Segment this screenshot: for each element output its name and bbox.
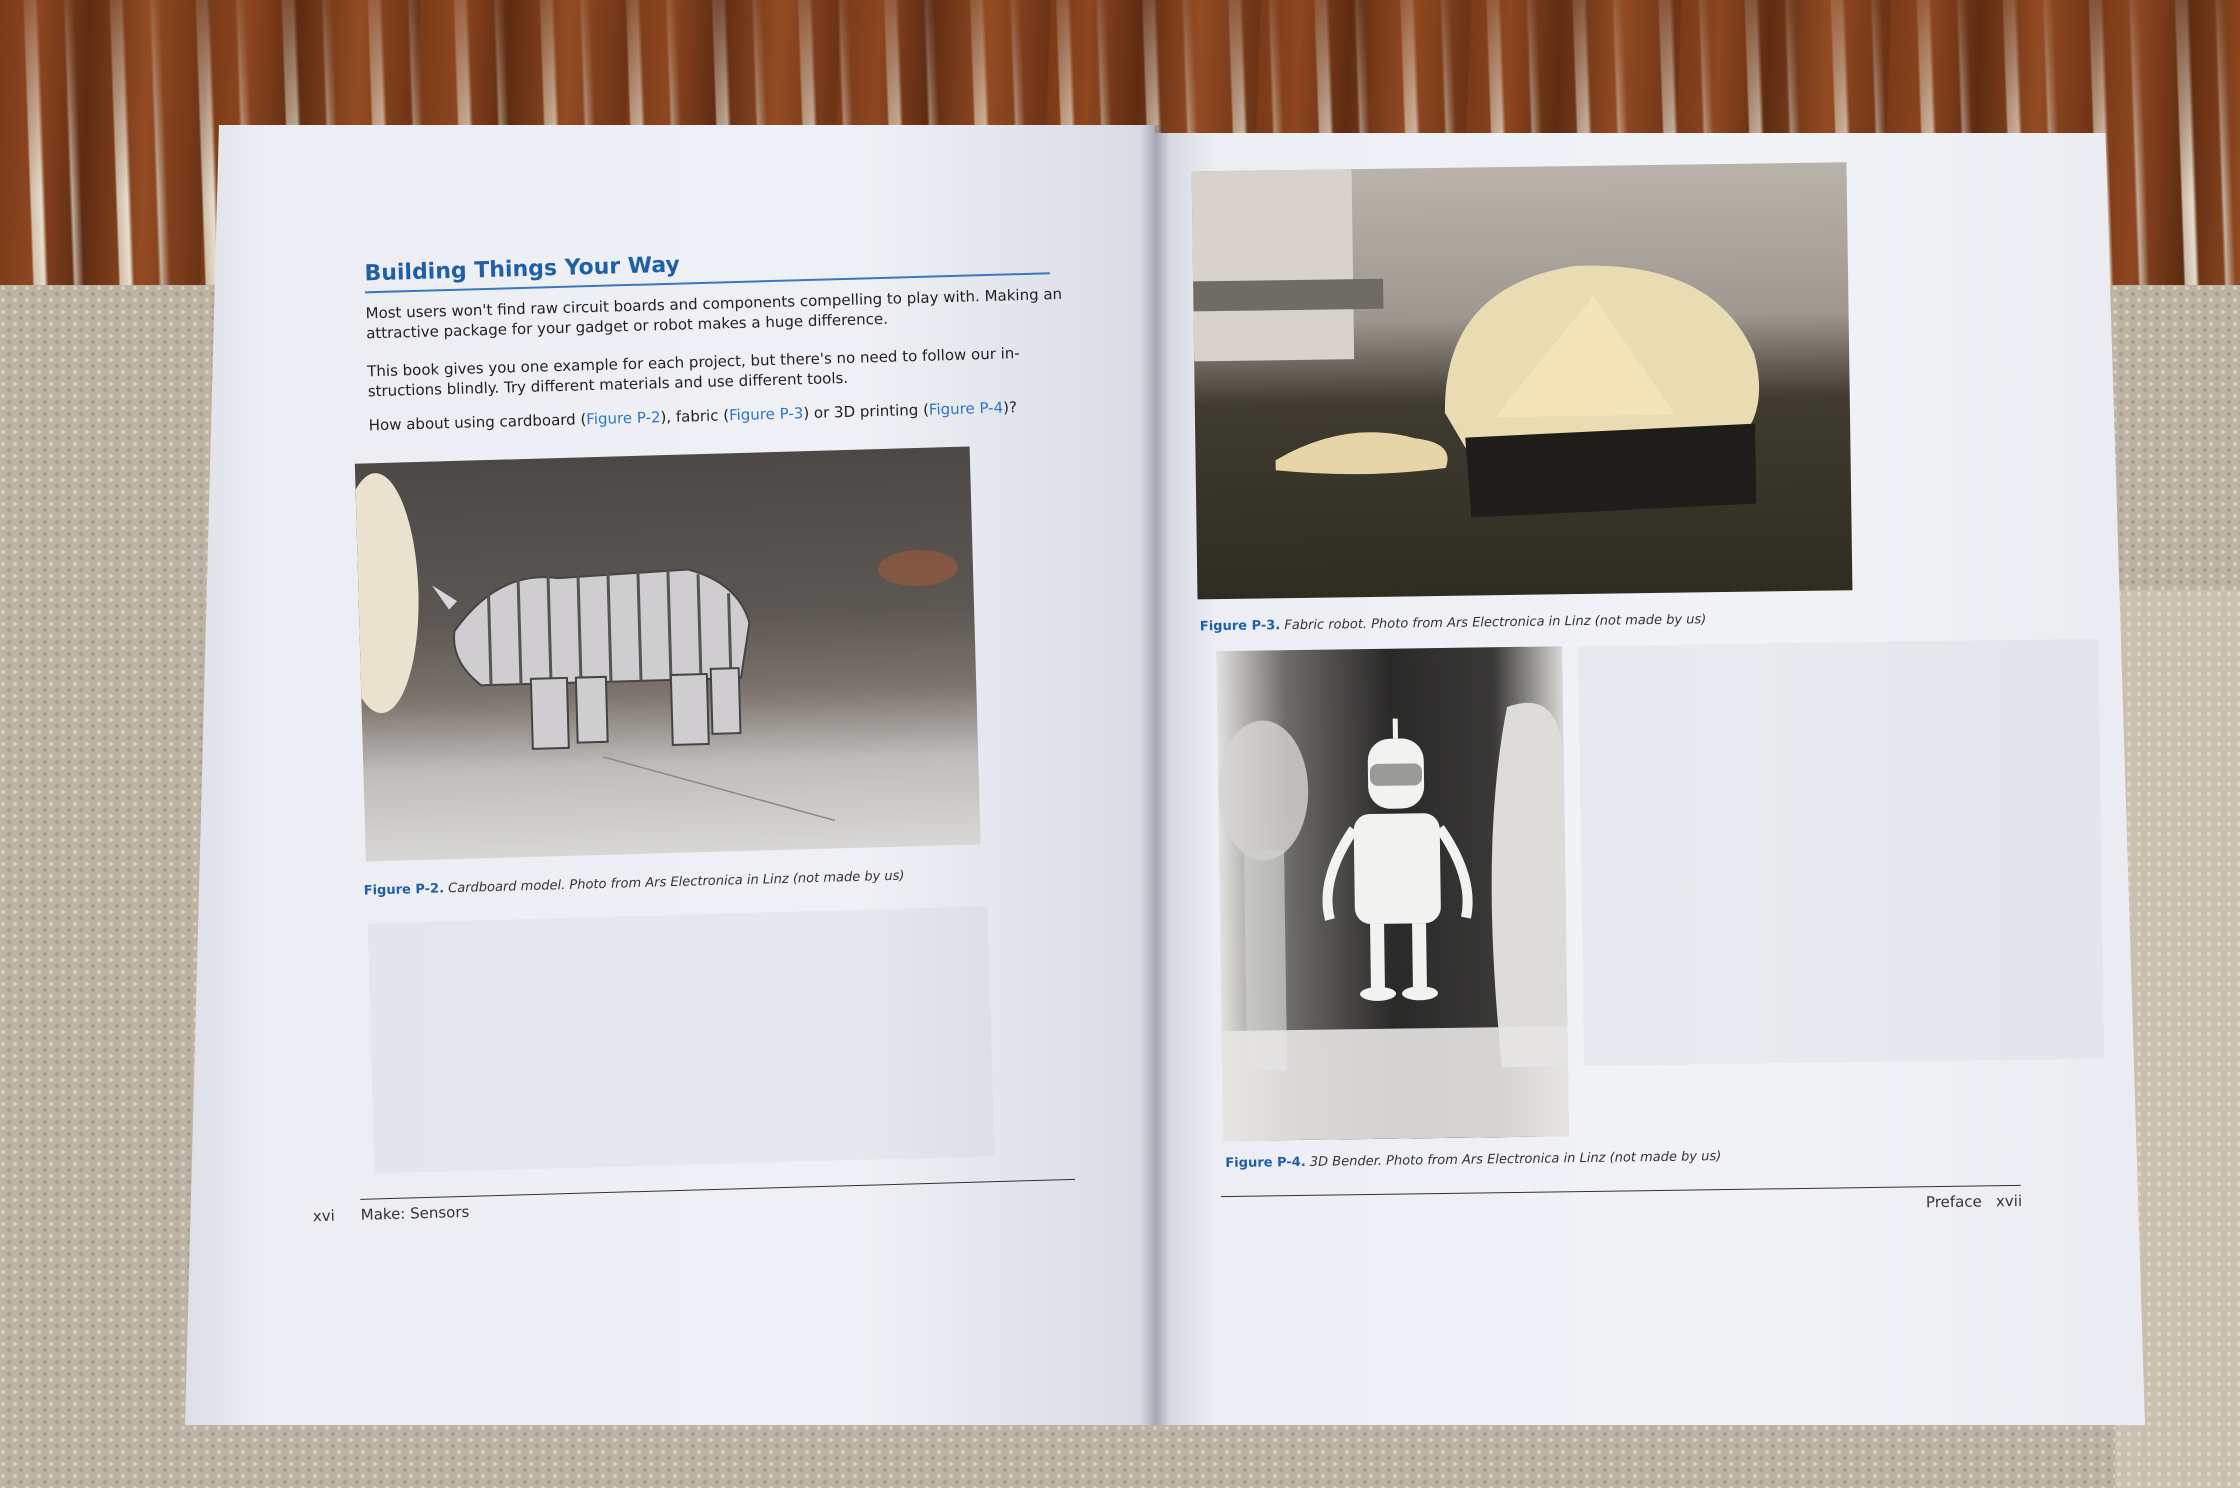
page-number-left: xvi xyxy=(312,1206,335,1226)
3d-bender-photo xyxy=(1216,646,1570,1142)
table-surface xyxy=(1221,1026,1570,1142)
paragraph-packaging: Most users won't find raw circuit boards… xyxy=(365,284,1063,343)
fabric-robot-photo xyxy=(1191,162,1853,600)
show-through-text xyxy=(1578,638,2105,1067)
blurred-figure-left xyxy=(1218,720,1309,861)
blurred-background-object xyxy=(877,550,958,587)
link-figure-p2[interactable]: Figure P-2 xyxy=(586,408,661,428)
bender-figure xyxy=(1322,718,1473,1001)
running-head-left: Make: Sensors xyxy=(360,1202,470,1224)
right-page: Figure P-3. Fabric robot. Photo from Ars… xyxy=(1151,118,2159,1432)
robot-base-box xyxy=(1465,423,1757,518)
link-figure-p4[interactable]: Figure P-4 xyxy=(929,399,1004,419)
figure-p2-text: Cardboard model. Photo from Ars Electron… xyxy=(443,868,905,897)
show-through-text xyxy=(367,906,995,1174)
blurred-figure-right xyxy=(1491,702,1569,1068)
cardboard-rhino-photo xyxy=(354,446,981,862)
footer-rule-left xyxy=(360,1178,1076,1200)
bender-illustration xyxy=(1218,702,1570,1142)
running-head-right: Preface xyxy=(1925,1192,1982,1212)
fur-tail xyxy=(1275,432,1448,475)
rhino-illustration xyxy=(354,473,958,822)
blurred-figure-left xyxy=(354,473,419,714)
link-figure-p3[interactable]: Figure P-3 xyxy=(729,404,804,424)
figure-p3-text: Fabric robot. Photo from Ars Electronica… xyxy=(1280,612,1707,634)
cardboard-rhino xyxy=(427,568,751,750)
figure-p3-label: Figure P-3. xyxy=(1199,618,1281,635)
page-number-right: xvii xyxy=(1995,1191,2023,1211)
footer-rule-right xyxy=(1220,1184,2021,1198)
left-page: Building Things Your Way Most users won'… xyxy=(171,112,1177,1439)
paragraph-materials-question: How about using cardboard (Figure P-2), … xyxy=(368,396,1068,436)
question-suffix: )? xyxy=(1002,398,1018,417)
question-mid1: ), fabric ( xyxy=(660,406,730,427)
paragraph-example: This book gives you one example for each… xyxy=(366,344,1020,401)
figure-p4-text: 3D Bender. Photo from Ars Electronica in… xyxy=(1305,1149,1722,1170)
table-edge xyxy=(602,756,836,822)
shelf-step xyxy=(1193,278,1384,312)
question-mid2: ) or 3D printing ( xyxy=(803,400,930,423)
figure-p4-label: Figure P-4. xyxy=(1225,1154,1306,1172)
figure-p3-caption: Figure P-3. Fabric robot. Photo from Ars… xyxy=(1200,612,1707,634)
fabric-robot-illustration xyxy=(1191,169,1760,518)
question-prefix: How about using cardboard ( xyxy=(368,410,587,435)
figure-p2-label: Figure P-2. xyxy=(363,881,445,899)
section-title: Building Things Your Way xyxy=(364,252,681,287)
figure-p4-caption: Figure P-4. 3D Bender. Photo from Ars El… xyxy=(1225,1149,1721,1171)
figure-p2-caption: Figure P-2. Cardboard model. Photo from … xyxy=(364,869,905,899)
background-shelf xyxy=(1191,169,1355,362)
